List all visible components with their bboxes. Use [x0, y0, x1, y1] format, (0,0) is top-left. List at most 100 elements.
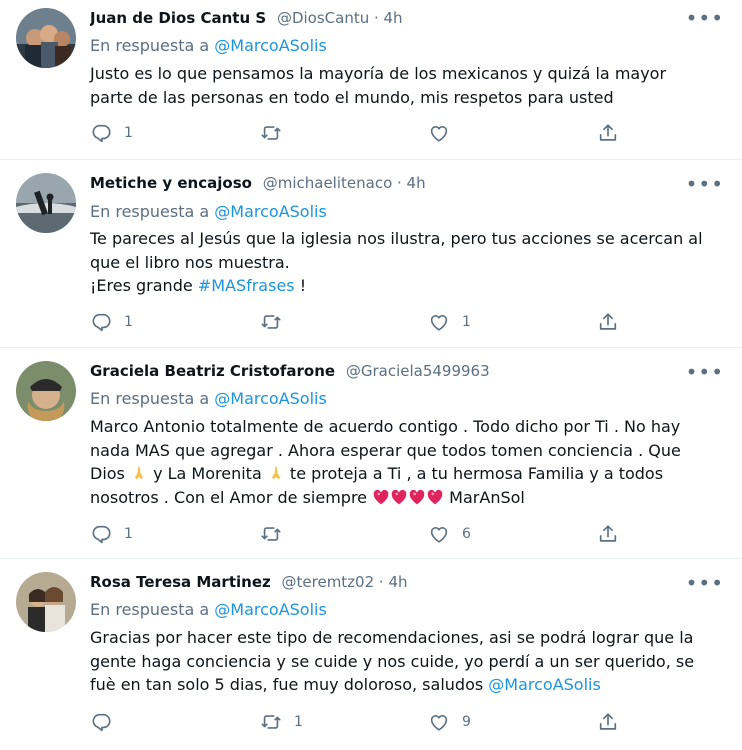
praying-hands-icon — [130, 464, 148, 482]
tweet[interactable]: Graciela Beatriz Cristofarone @Graciela5… — [0, 348, 742, 559]
text-line: Dios y La Morenita te proteja a Ti , a t… — [90, 462, 716, 486]
like-icon — [428, 311, 450, 333]
reply-mention[interactable]: @MarcoASolis — [214, 36, 327, 55]
reply-icon — [90, 311, 112, 333]
reply-button[interactable]: 1 — [90, 311, 133, 333]
like-icon — [428, 122, 450, 144]
avatar[interactable] — [16, 361, 76, 421]
retweet-button[interactable] — [260, 523, 294, 545]
retweet-icon — [260, 311, 282, 333]
author-handle[interactable]: @Graciela5499963 — [346, 362, 490, 380]
share-button[interactable] — [597, 523, 619, 545]
reply-context: En respuesta a @MarcoASolis — [90, 36, 327, 55]
tweet[interactable]: Juan de Dios Cantu S @DiosCantu · 4h •••… — [0, 0, 742, 160]
tweet-text: Te pareces al Jesús que la iglesia nos i… — [90, 227, 716, 298]
tweet[interactable]: Metiche y encajoso @michaelitenaco · 4h … — [0, 160, 742, 348]
text-fragment: te proteja a Ti , a tu hermosa Familia y… — [284, 464, 664, 483]
avatar[interactable] — [16, 173, 76, 233]
author-handle[interactable]: @teremtz02 · 4h — [282, 573, 408, 591]
like-button[interactable]: 6 — [428, 523, 471, 545]
reply-prefix: En respuesta a — [90, 389, 210, 408]
retweet-icon — [260, 523, 282, 545]
like-icon — [428, 711, 450, 733]
tweet-header: Rosa Teresa Martinez @teremtz02 · 4h — [90, 573, 682, 595]
author-handle[interactable]: @michaelitenaco · 4h — [263, 174, 426, 192]
heart-emoji-icon — [408, 488, 426, 506]
tweet-actions: 1 1 — [90, 311, 722, 335]
text-line: Te pareces al Jesús que la iglesia nos i… — [90, 229, 703, 248]
hashtag-link[interactable]: #MASfrases — [198, 276, 295, 295]
reply-icon — [90, 122, 112, 144]
tweet-text: Marco Antonio totalmente de acuerdo cont… — [90, 415, 716, 509]
text-line: que el libro nos muestra. — [90, 252, 290, 272]
avatar[interactable] — [16, 572, 76, 632]
like-button[interactable] — [428, 122, 462, 144]
author-handle[interactable]: @DiosCantu · 4h — [277, 9, 403, 27]
share-icon — [597, 523, 619, 545]
reply-button[interactable]: 1 — [90, 523, 133, 545]
share-icon — [597, 311, 619, 333]
reply-prefix: En respuesta a — [90, 202, 210, 221]
tweet-text: Justo es lo que pensamos la mayoría de l… — [90, 62, 716, 109]
text-line: Marco Antonio totalmente de acuerdo cont… — [90, 417, 681, 436]
text-line: fuè en tan solo 5 dias, fue muy doloroso… — [90, 673, 716, 697]
reply-context: En respuesta a @MarcoASolis — [90, 389, 327, 408]
text-line: nada MAS que agregar . Ahora esperar que… — [90, 440, 681, 460]
more-icon[interactable]: ••• — [686, 362, 724, 382]
mention-link[interactable]: @MarcoASolis — [488, 675, 601, 694]
tweet-actions: 1 9 — [90, 711, 722, 735]
like-count: 9 — [462, 714, 471, 730]
tweet[interactable]: Rosa Teresa Martinez @teremtz02 · 4h •••… — [0, 559, 742, 750]
text-line: parte de las personas en todo el mundo, … — [90, 87, 614, 107]
reply-prefix: En respuesta a — [90, 36, 210, 55]
reply-button[interactable] — [90, 711, 124, 733]
like-button[interactable]: 1 — [428, 311, 471, 333]
avatar[interactable] — [16, 8, 76, 68]
text-fragment: Dios — [90, 464, 130, 483]
like-icon — [428, 523, 450, 545]
tweet-text: Gracias por hacer este tipo de recomenda… — [90, 626, 716, 697]
more-icon[interactable]: ••• — [686, 8, 724, 28]
author-name[interactable]: Metiche y encajoso — [90, 174, 252, 192]
retweet-icon — [260, 122, 282, 144]
retweet-button[interactable]: 1 — [260, 711, 303, 733]
reply-mention[interactable]: @MarcoASolis — [214, 202, 327, 221]
share-icon — [597, 122, 619, 144]
tweet-actions: 1 — [90, 122, 722, 146]
reply-mention[interactable]: @MarcoASolis — [214, 389, 327, 408]
text-line: nosotros . Con el Amor de siempre MarAnS… — [90, 486, 716, 510]
retweet-button[interactable] — [260, 311, 294, 333]
heart-emoji-icon — [372, 488, 390, 506]
tweet-header: Juan de Dios Cantu S @DiosCantu · 4h — [90, 9, 682, 31]
share-button[interactable] — [597, 311, 619, 333]
text-fragment: nosotros . Con el Amor de siempre — [90, 487, 373, 507]
author-name[interactable]: Graciela Beatriz Cristofarone — [90, 362, 335, 380]
text-fragment: ! — [294, 276, 307, 295]
text-fragment: y La Morenita — [147, 464, 267, 483]
more-icon[interactable]: ••• — [686, 573, 724, 593]
reply-button[interactable]: 1 — [90, 122, 133, 144]
text-fragment: MarAnSol — [444, 487, 525, 507]
reply-count: 1 — [124, 125, 133, 141]
author-name[interactable]: Rosa Teresa Martinez — [90, 573, 271, 591]
more-icon[interactable]: ••• — [686, 174, 724, 194]
text-fragment: ¡Eres grande — [90, 276, 198, 295]
reply-context: En respuesta a @MarcoASolis — [90, 202, 327, 221]
share-button[interactable] — [597, 122, 619, 144]
author-name[interactable]: Juan de Dios Cantu S — [90, 9, 266, 27]
reply-context: En respuesta a @MarcoASolis — [90, 600, 327, 619]
tweet-header: Graciela Beatriz Cristofarone @Graciela5… — [90, 362, 682, 384]
praying-hands-icon — [267, 464, 285, 482]
reply-count: 1 — [124, 314, 133, 330]
reply-icon — [90, 711, 112, 733]
reply-prefix: En respuesta a — [90, 600, 210, 619]
like-button[interactable]: 9 — [428, 711, 471, 733]
like-count: 1 — [462, 314, 471, 330]
reply-icon — [90, 523, 112, 545]
text-line: Justo es lo que pensamos la mayoría de l… — [90, 64, 667, 83]
share-button[interactable] — [597, 711, 619, 733]
reply-mention[interactable]: @MarcoASolis — [214, 600, 327, 619]
retweet-count: 1 — [294, 714, 303, 730]
retweet-button[interactable] — [260, 122, 294, 144]
text-line: gente haga conciencia y se cuide y nos c… — [90, 651, 695, 671]
